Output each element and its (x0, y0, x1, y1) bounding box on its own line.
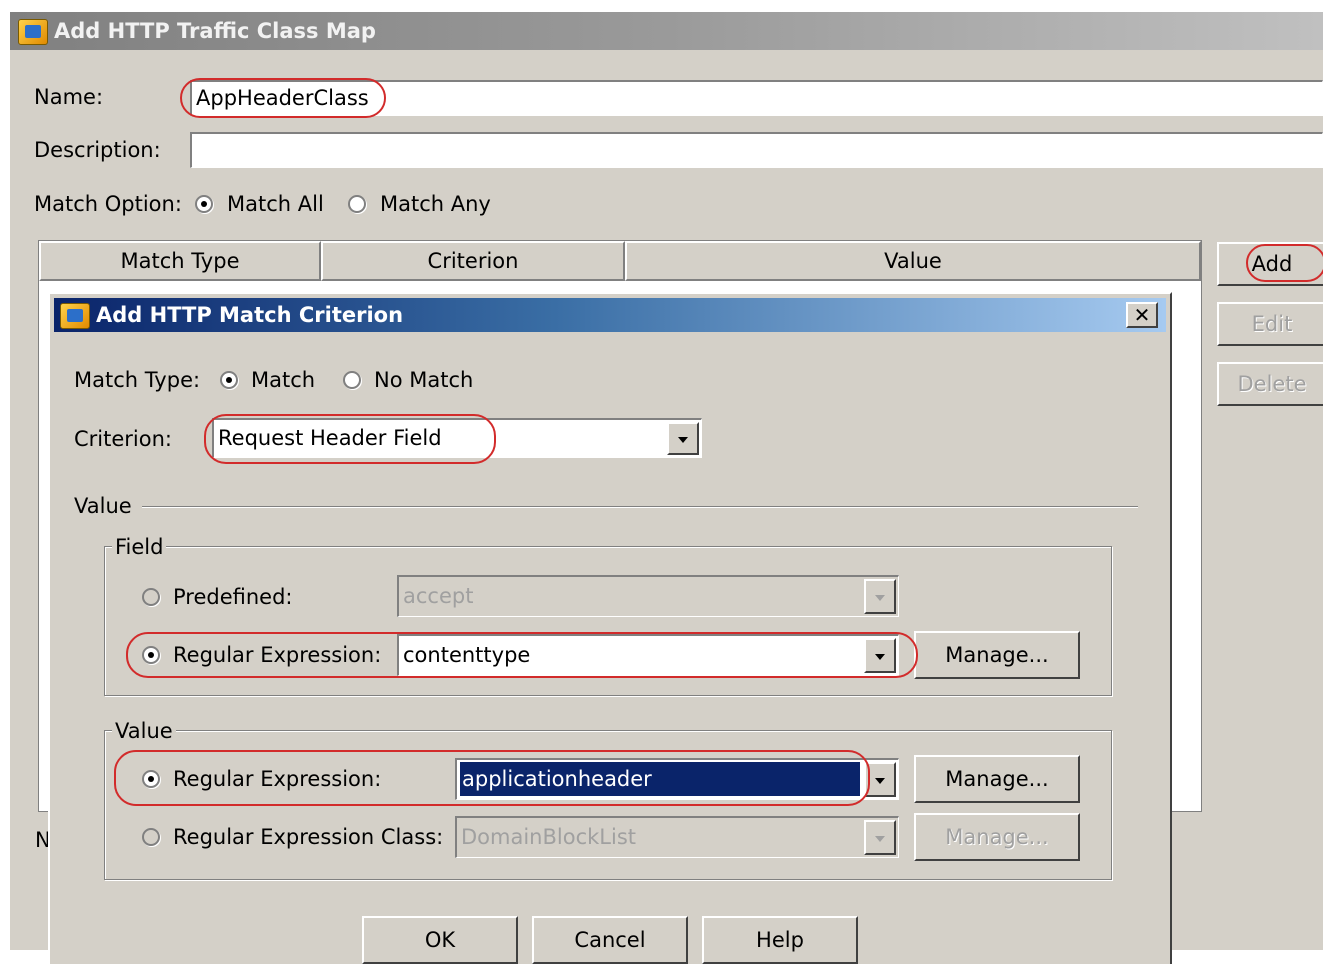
add-button[interactable]: Add (1217, 242, 1323, 286)
column-header-criterion[interactable]: Criterion (321, 241, 625, 281)
criterion-dropdown-arrow-icon[interactable] (667, 422, 699, 455)
field-regex-radio[interactable] (142, 646, 160, 664)
value-regex-value: applicationheader (460, 762, 860, 796)
value-regex-select[interactable]: applicationheader (455, 758, 899, 800)
match-radio[interactable] (220, 371, 238, 389)
cancel-button[interactable]: Cancel (532, 916, 688, 964)
value-group-title: Value (112, 718, 176, 744)
predefined-radio[interactable] (142, 588, 160, 606)
value-regex-radio[interactable] (142, 770, 160, 788)
outer-title-bar: Add HTTP Traffic Class Map (10, 12, 1323, 50)
name-label: Name: (34, 85, 104, 109)
description-label: Description: (34, 138, 161, 162)
value-regex-manage-button[interactable]: Manage... (914, 755, 1080, 803)
edit-button[interactable]: Edit (1217, 302, 1323, 346)
column-header-value[interactable]: Value (625, 241, 1201, 281)
dialog-app-icon (60, 303, 90, 329)
field-manage-button[interactable]: Manage... (914, 631, 1080, 679)
name-input[interactable]: AppHeaderClass (190, 80, 1323, 116)
close-icon[interactable]: ✕ (1126, 302, 1158, 328)
value-separator (142, 506, 1138, 508)
description-input[interactable] (190, 132, 1323, 168)
field-group-title: Field (112, 534, 167, 560)
delete-button[interactable]: Delete (1217, 362, 1323, 406)
field-regex-select[interactable]: contenttype (397, 634, 899, 676)
dialog-title-bar: Add HTTP Match Criterion ✕ (54, 298, 1166, 332)
no-match-radio[interactable] (343, 371, 361, 389)
regex-class-manage-button[interactable]: Manage... (914, 813, 1080, 861)
match-all-label: Match All (227, 192, 324, 216)
app-icon (18, 19, 48, 45)
field-regex-dropdown-arrow-icon[interactable] (864, 638, 896, 673)
match-any-label: Match Any (380, 192, 491, 216)
regex-class-dropdown-arrow-icon[interactable] (864, 820, 896, 855)
match-all-radio[interactable] (195, 195, 213, 213)
predefined-label: Predefined: (173, 585, 293, 609)
match-type-label: Match Type: (74, 368, 201, 392)
add-match-criterion-dialog: Add HTTP Match Criterion ✕ Match Type: M… (48, 292, 1172, 964)
outer-window-title: Add HTTP Traffic Class Map (54, 19, 376, 43)
dialog-title: Add HTTP Match Criterion (96, 303, 404, 327)
criterion-select[interactable]: Request Header Field (212, 418, 702, 458)
ok-button[interactable]: OK (362, 916, 518, 964)
column-header-match-type[interactable]: Match Type (39, 241, 321, 281)
field-regex-label: Regular Expression: (173, 643, 382, 667)
match-label: Match (251, 368, 316, 392)
regex-class-value: DomainBlockList (461, 825, 636, 849)
regex-class-radio[interactable] (142, 828, 160, 846)
value-regex-dropdown-arrow-icon[interactable] (864, 762, 896, 797)
value-section-label: Value (74, 494, 132, 518)
field-regex-value: contenttype (403, 643, 531, 667)
regex-class-select[interactable]: DomainBlockList (455, 816, 899, 858)
value-regex-label: Regular Expression: (173, 767, 382, 791)
predefined-dropdown-arrow-icon[interactable] (864, 579, 896, 614)
match-any-radio[interactable] (348, 195, 366, 213)
criterion-value: Request Header Field (218, 426, 442, 450)
no-match-label: No Match (374, 368, 474, 392)
match-option-label: Match Option: (34, 192, 182, 216)
criterion-label: Criterion: (74, 427, 172, 451)
predefined-select[interactable]: accept (397, 575, 899, 617)
help-button[interactable]: Help (702, 916, 858, 964)
regex-class-label: Regular Expression Class: (173, 825, 444, 849)
predefined-value: accept (403, 584, 474, 608)
